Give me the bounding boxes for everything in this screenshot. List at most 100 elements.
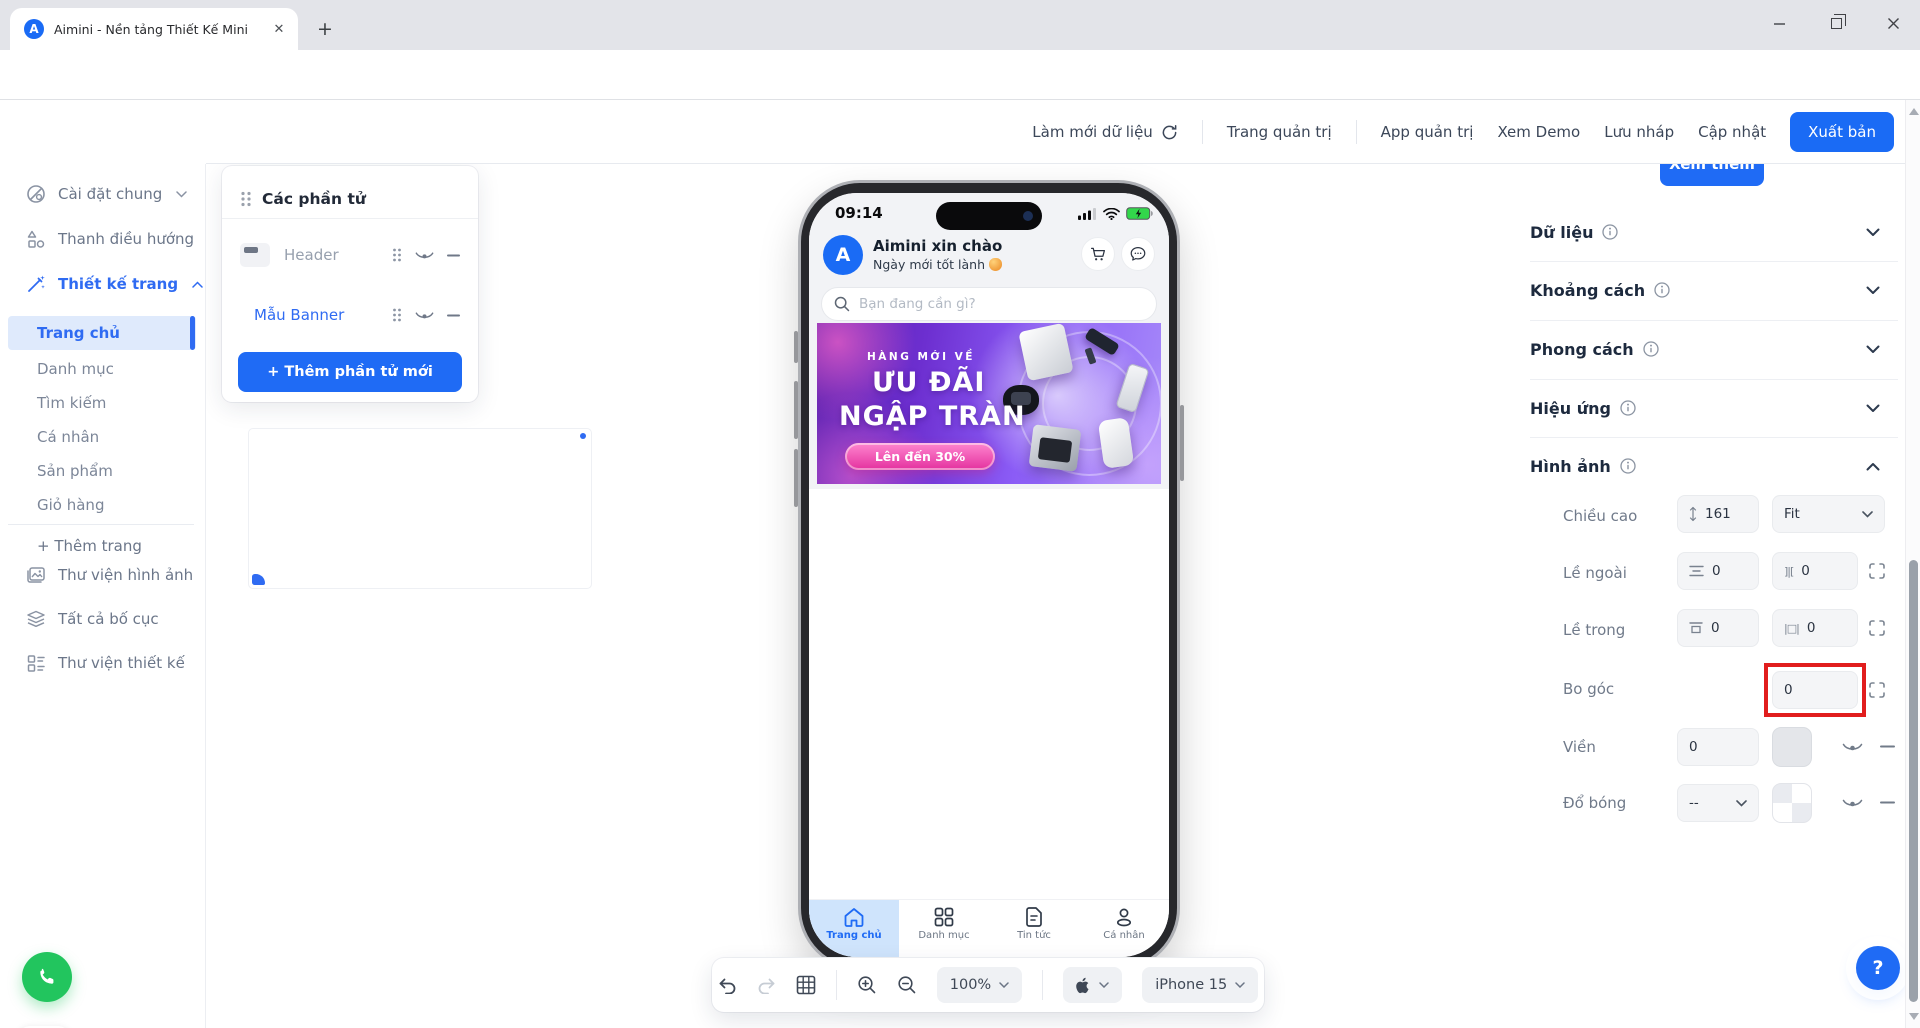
element-row-header[interactable]: Header bbox=[240, 238, 460, 272]
zoom-level-select[interactable]: 100% bbox=[936, 967, 1023, 1003]
undo-button[interactable] bbox=[718, 977, 737, 994]
platform-select[interactable] bbox=[1063, 967, 1123, 1003]
restore-icon bbox=[1830, 14, 1846, 29]
nav-item-news[interactable]: Tin tức bbox=[989, 900, 1079, 957]
margin-vertical-input[interactable]: 0 bbox=[1677, 552, 1759, 590]
redo-button[interactable] bbox=[757, 977, 776, 994]
expand-corners-icon[interactable] bbox=[1869, 620, 1885, 636]
visibility-eye-icon[interactable] bbox=[415, 309, 434, 321]
section-image-label: Hình ảnh bbox=[1530, 457, 1636, 476]
remove-minus-icon[interactable] bbox=[1880, 745, 1895, 748]
section-data[interactable]: Dữ liệu bbox=[1530, 203, 1898, 261]
browser-tab[interactable]: A Aimini - Nền tảng Thiết Kế Mini ✕ bbox=[10, 8, 298, 50]
page-scrollbar[interactable] bbox=[1905, 100, 1920, 1028]
admin-app-link[interactable]: App quản trị bbox=[1381, 123, 1474, 141]
nav-item-profile[interactable]: Cá nhân bbox=[1079, 900, 1169, 957]
admin-site-link[interactable]: Trang quản trị bbox=[1227, 123, 1332, 141]
phone-search-bar[interactable]: Bạn đang cần gì? bbox=[821, 287, 1157, 321]
search-placeholder: Bạn đang cần gì? bbox=[859, 296, 976, 312]
zoom-in-button[interactable] bbox=[857, 975, 877, 995]
window-minimize-button[interactable] bbox=[1754, 0, 1804, 46]
sidebar-item-general-settings[interactable]: Cài đặt chung bbox=[26, 184, 188, 204]
visibility-eye-icon[interactable] bbox=[1842, 740, 1863, 753]
active-page-bar bbox=[190, 316, 195, 350]
page-item-products[interactable]: Sản phẩm bbox=[37, 462, 113, 480]
publish-button[interactable]: Xuất bản bbox=[1790, 112, 1894, 152]
padding-label: Lề trong bbox=[1563, 621, 1626, 639]
scroll-down-arrow[interactable] bbox=[1909, 1013, 1919, 1020]
window-restore-button[interactable] bbox=[1811, 0, 1861, 46]
info-icon bbox=[1654, 282, 1670, 298]
window-close-button[interactable] bbox=[1868, 0, 1918, 46]
tab-close-icon[interactable]: ✕ bbox=[270, 20, 288, 38]
margin-horizontal-input[interactable]: ]|[ 0 bbox=[1772, 552, 1858, 590]
remove-minus-icon[interactable] bbox=[447, 254, 460, 257]
expand-corners-icon[interactable] bbox=[1869, 682, 1885, 698]
banner-cta-pill: Lên đến 30% bbox=[845, 443, 995, 470]
view-demo-link[interactable]: Xem Demo bbox=[1497, 123, 1580, 141]
expand-corners-icon[interactable] bbox=[1869, 563, 1885, 579]
settings-icon bbox=[26, 184, 46, 204]
sidebar-item-all-layouts[interactable]: Tất cả bố cục bbox=[26, 609, 159, 629]
new-tab-button[interactable]: + bbox=[312, 16, 338, 42]
left-sidebar: Cài đặt chung Thanh điều hướng Thiết kế … bbox=[0, 100, 206, 1028]
sidebar-item-design-library[interactable]: Thư viện thiết kế bbox=[26, 653, 185, 673]
sidebar-item-label: Thư viện hình ảnh bbox=[58, 566, 194, 584]
banner-element[interactable]: HÀNG MỚI VỀ ƯU ĐÃI NGẬP TRÀN Lên đến 30% bbox=[817, 323, 1161, 484]
shadow-value: -- bbox=[1689, 795, 1699, 811]
page-item-cart[interactable]: Giỏ hàng bbox=[37, 496, 104, 514]
remove-minus-icon[interactable] bbox=[1880, 801, 1895, 804]
sidebar-item-page-design[interactable]: Thiết kế trang bbox=[26, 274, 203, 294]
height-mode-value: Fit bbox=[1784, 506, 1800, 522]
refresh-data-button[interactable]: Làm mới dữ liệu bbox=[1032, 123, 1178, 141]
nav-item-home[interactable]: Trang chủ bbox=[809, 900, 899, 957]
section-image[interactable]: Hình ảnh bbox=[1530, 437, 1898, 495]
update-link[interactable]: Cập nhật bbox=[1698, 123, 1766, 141]
sidebar-item-image-library[interactable]: Thư viện hình ảnh bbox=[26, 565, 193, 585]
help-button[interactable]: ? bbox=[1856, 946, 1900, 990]
element-row-banner[interactable]: Mẫu Banner bbox=[240, 298, 592, 589]
phone-contact-button[interactable] bbox=[22, 952, 72, 1002]
scroll-up-arrow[interactable] bbox=[1909, 108, 1919, 115]
page-item-profile[interactable]: Cá nhân bbox=[37, 428, 99, 446]
border-color-swatch[interactable] bbox=[1772, 727, 1812, 767]
add-element-button[interactable]: + Thêm phần tử mới bbox=[238, 352, 462, 392]
scrollbar-thumb[interactable] bbox=[1909, 560, 1918, 1002]
drag-handle-icon[interactable] bbox=[392, 308, 402, 322]
cart-button[interactable] bbox=[1081, 237, 1115, 271]
elements-panel: Các phần tử Header Mẫu Banner + Thêm phầ… bbox=[222, 166, 592, 589]
section-spacing[interactable]: Khoảng cách bbox=[1530, 261, 1898, 319]
page-item-home[interactable]: Trang chủ bbox=[37, 324, 120, 342]
shadow-select[interactable]: -- bbox=[1677, 784, 1759, 822]
padding-horizontal-input[interactable]: |□| 0 bbox=[1772, 609, 1858, 647]
zoom-out-button[interactable] bbox=[897, 975, 917, 995]
visibility-eye-icon[interactable] bbox=[415, 249, 434, 261]
drag-handle-icon[interactable] bbox=[392, 248, 402, 262]
divider bbox=[222, 218, 478, 219]
nav-item-categories[interactable]: Danh mục bbox=[899, 900, 989, 957]
shadow-color-swatch[interactable] bbox=[1772, 783, 1812, 823]
section-style[interactable]: Phong cách bbox=[1530, 320, 1898, 378]
battery-charging-icon bbox=[1126, 207, 1153, 220]
height-mode-select[interactable]: Fit bbox=[1772, 495, 1885, 533]
visibility-eye-icon[interactable] bbox=[1842, 796, 1863, 809]
border-width-input[interactable]: 0 bbox=[1677, 728, 1759, 766]
save-draft-link[interactable]: Lưu nháp bbox=[1604, 123, 1674, 141]
padding-vertical-input[interactable]: 0 bbox=[1677, 609, 1759, 647]
apple-icon bbox=[1076, 977, 1089, 993]
close-icon bbox=[1887, 17, 1899, 29]
drag-handle-icon[interactable] bbox=[240, 191, 252, 207]
section-spacing-label: Khoảng cách bbox=[1530, 281, 1670, 300]
height-input[interactable]: 161 bbox=[1677, 495, 1759, 533]
device-select[interactable]: iPhone 15 bbox=[1142, 967, 1259, 1003]
add-page-button[interactable]: + Thêm trang bbox=[37, 537, 142, 555]
remove-minus-icon[interactable] bbox=[447, 314, 460, 317]
page-item-search[interactable]: Tìm kiếm bbox=[37, 394, 106, 412]
phone-notch bbox=[936, 202, 1042, 230]
grid-toggle-button[interactable] bbox=[796, 975, 816, 995]
chat-button[interactable] bbox=[1121, 237, 1155, 271]
sidebar-item-navigation-bar[interactable]: Thanh điều hướng bbox=[26, 229, 194, 249]
page-item-categories[interactable]: Danh mục bbox=[37, 360, 114, 378]
section-effects[interactable]: Hiệu ứng bbox=[1530, 379, 1898, 437]
chevron-down-icon bbox=[1862, 510, 1873, 518]
